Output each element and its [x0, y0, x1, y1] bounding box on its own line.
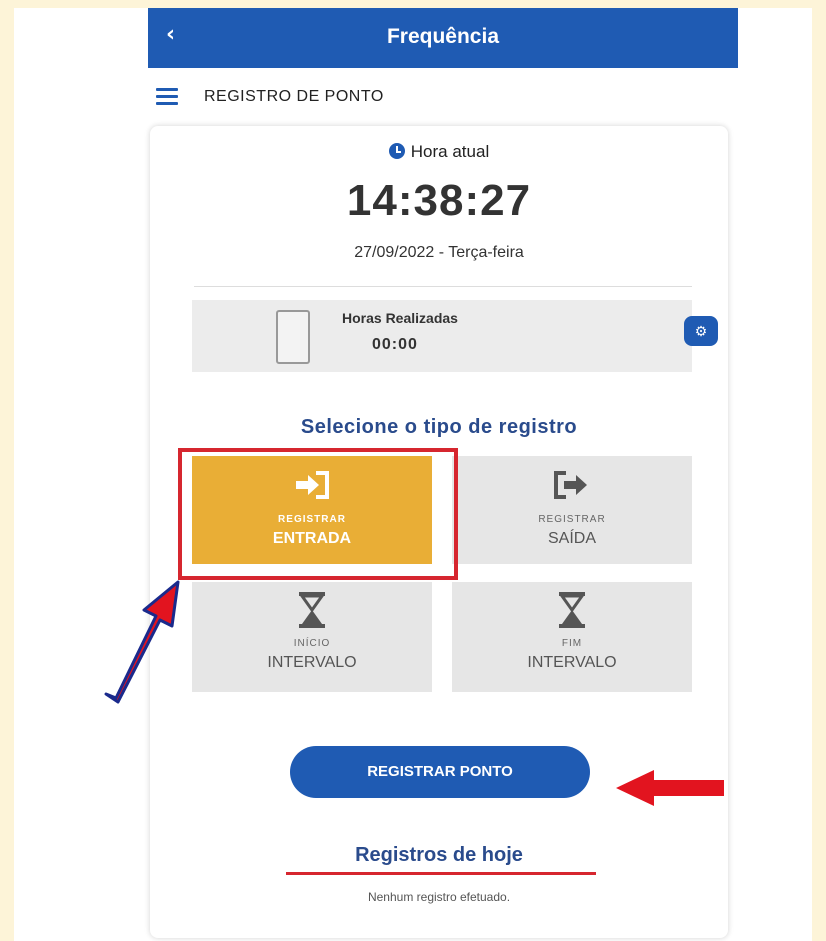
app-title: Frequência [386, 25, 500, 48]
tile-big-label: SAÍDA [547, 530, 596, 547]
section-title: REGISTRO DE PONTO [204, 88, 384, 105]
annotation-arrow-up-icon [104, 580, 180, 704]
tile-small-label: INÍCIO [293, 638, 331, 649]
tile-big-label: INTERVALO [267, 654, 357, 671]
break-end-tile[interactable]: FIM INTERVALO [452, 582, 692, 692]
gear-icon: ⚙ [694, 323, 708, 339]
tile-small-label: REGISTRAR [538, 514, 606, 525]
hours-worked-value: 00:00 [372, 336, 418, 353]
register-card: Hora atual 14:38:27 27/09/2022 - Terça-f… [150, 126, 728, 938]
battery-icon [276, 310, 310, 364]
annotation-arrow-left-icon [616, 770, 724, 806]
hours-worked-panel: Horas Realizadas 00:00 [192, 300, 692, 372]
empty-records-text: Nenhum registro efetuado. [367, 890, 511, 904]
tile-small-label: FIM [561, 638, 583, 649]
hamburger-menu-icon[interactable] [156, 88, 178, 106]
tile-big-label: INTERVALO [527, 654, 617, 671]
clock-label-row: Hora atual [150, 142, 728, 162]
break-start-tile[interactable]: INÍCIO INTERVALO [192, 582, 432, 692]
today-underline [286, 872, 596, 875]
hourglass-icon [299, 592, 325, 628]
hours-worked-label: Horas Realizadas [342, 310, 458, 326]
app-bar: ‹ Frequência [148, 8, 738, 68]
clock-label: Hora atual [410, 142, 490, 161]
section-header: REGISTRO DE PONTO [148, 76, 738, 118]
settings-float-button[interactable]: ⚙ [684, 316, 718, 346]
register-exit-tile[interactable]: REGISTRAR SAÍDA [452, 456, 692, 564]
current-time: 14:38:27 [346, 176, 532, 225]
current-date: 27/09/2022 - Terça-feira [354, 244, 524, 261]
hourglass-icon [559, 592, 585, 628]
entry-highlight-box [178, 448, 458, 580]
select-type-title: Selecione o tipo de registro [300, 416, 578, 438]
register-point-button[interactable]: REGISTRAR PONTO [290, 746, 590, 798]
divider [194, 286, 692, 287]
exit-icon [554, 471, 587, 499]
clock-icon [388, 143, 405, 159]
today-records-title: Registros de hoje [355, 844, 523, 866]
